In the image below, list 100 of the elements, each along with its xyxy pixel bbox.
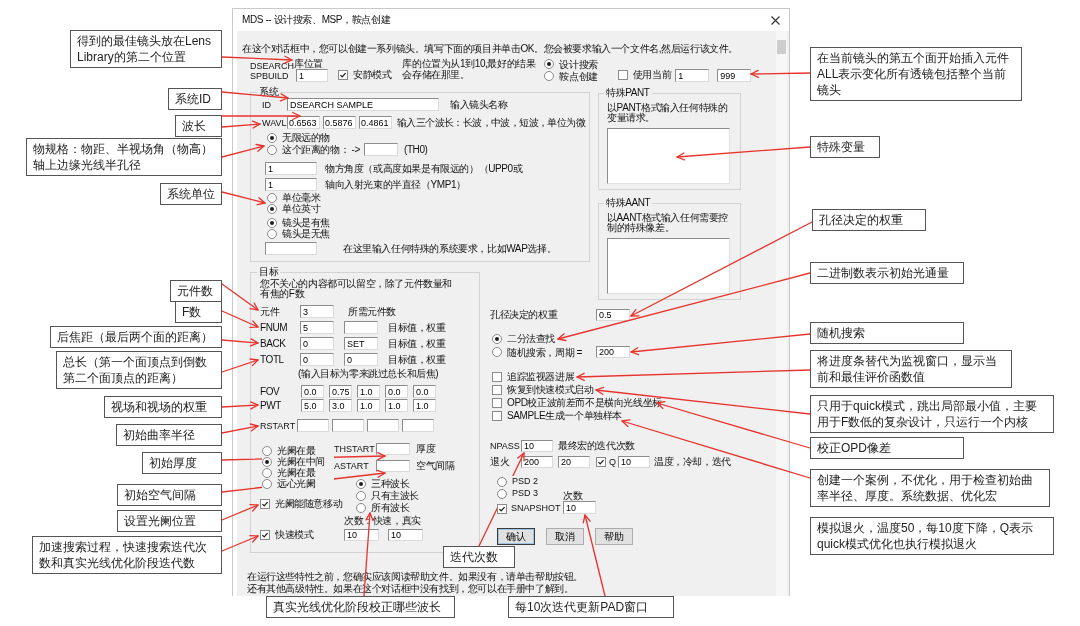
- radio-icon[interactable]: [267, 192, 277, 203]
- text-area[interactable]: [607, 238, 730, 294]
- radio-icon[interactable]: [267, 228, 277, 239]
- input-field[interactable]: 5.0: [301, 399, 324, 412]
- input-field[interactable]: [363, 143, 398, 156]
- input-field[interactable]: 0.5: [596, 309, 630, 321]
- radio-option[interactable]: 三种波长: [356, 478, 410, 489]
- radio-icon[interactable]: [262, 478, 272, 489]
- checkbox-icon[interactable]: [492, 397, 502, 408]
- checkbox-option[interactable]: 追踪监视器进展: [492, 371, 575, 382]
- input-field[interactable]: [332, 419, 364, 432]
- radio-icon[interactable]: [492, 333, 502, 344]
- input-field[interactable]: 0.0: [413, 385, 436, 398]
- scrollbar[interactable]: [776, 31, 787, 596]
- input-field[interactable]: 0.0: [385, 385, 408, 398]
- checkbox-icon[interactable]: [492, 371, 502, 382]
- input-field[interactable]: 0: [344, 353, 378, 366]
- input-field[interactable]: 1.0: [357, 399, 380, 412]
- confirm-button[interactable]: 确认: [497, 528, 535, 545]
- input-field[interactable]: 10: [618, 456, 650, 468]
- input-field[interactable]: 0: [300, 337, 334, 350]
- radio-option[interactable]: 设计搜索: [544, 58, 598, 70]
- input-field[interactable]: 1: [296, 69, 328, 82]
- checkbox-icon[interactable]: [260, 498, 270, 509]
- input-field[interactable]: 1.0: [357, 385, 380, 398]
- input-field[interactable]: 3.0: [329, 399, 352, 412]
- input-field[interactable]: 20: [558, 456, 590, 468]
- input-field[interactable]: 1.0: [385, 399, 408, 412]
- radio-icon[interactable]: [497, 488, 507, 499]
- radio-icon[interactable]: [544, 59, 555, 69]
- input-field[interactable]: 1: [675, 69, 710, 82]
- input-field[interactable]: 0.4861: [359, 116, 392, 129]
- input-field[interactable]: DSEARCH SAMPLE: [287, 98, 439, 111]
- radio-option[interactable]: 随机搜索，周期 =: [492, 346, 596, 358]
- checkbox-icon[interactable]: [260, 529, 270, 540]
- checkbox-icon[interactable]: [617, 69, 628, 80]
- input-field[interactable]: 10: [388, 529, 423, 541]
- radio-option[interactable]: 所有波长: [356, 502, 410, 513]
- radio-icon[interactable]: [262, 445, 272, 456]
- radio-icon[interactable]: [497, 476, 507, 487]
- checkbox-option[interactable]: 快速模式: [260, 529, 344, 540]
- checkbox-option[interactable]: 使用当前: [617, 69, 672, 80]
- input-field[interactable]: 0.6563: [287, 116, 320, 129]
- input-field[interactable]: 10: [563, 501, 596, 514]
- checkbox-option[interactable]: 恢复到快速模式启动: [492, 384, 594, 395]
- input-field[interactable]: [376, 443, 410, 455]
- radio-option[interactable]: 光阑在中间: [262, 456, 325, 467]
- radio-option[interactable]: 远心光阑: [262, 478, 316, 489]
- input-field[interactable]: 0.0: [301, 385, 324, 398]
- radio-option[interactable]: 光阑在最: [262, 467, 316, 478]
- input-field[interactable]: 1: [265, 162, 317, 175]
- input-field[interactable]: SET: [344, 337, 378, 350]
- radio-icon[interactable]: [356, 502, 366, 513]
- input-field[interactable]: 200: [596, 346, 630, 358]
- input-field[interactable]: [265, 242, 317, 255]
- input-field[interactable]: 10: [521, 440, 553, 452]
- radio-option[interactable]: 只有主波长: [356, 490, 419, 501]
- radio-icon[interactable]: [356, 478, 366, 489]
- input-field[interactable]: 0: [300, 353, 334, 366]
- checkbox-option[interactable]: 安静模式: [338, 69, 392, 80]
- checkbox-option[interactable]: SNAPSHOT: [497, 503, 561, 514]
- cancel-button[interactable]: 取消: [546, 528, 584, 545]
- help-button[interactable]: 帮助: [595, 528, 633, 545]
- radio-option[interactable]: 单位英寸: [267, 203, 321, 214]
- checkbox-option[interactable]: SAMPLE生成一个单独样本: [492, 410, 622, 421]
- radio-icon[interactable]: [267, 203, 277, 214]
- radio-option[interactable]: 二分法查找: [492, 333, 555, 344]
- checkbox-icon[interactable]: [338, 69, 348, 80]
- checkbox-icon[interactable]: [492, 384, 502, 395]
- radio-option[interactable]: 单位毫米: [267, 192, 321, 203]
- input-field[interactable]: 1: [265, 178, 317, 191]
- input-field[interactable]: [344, 321, 378, 334]
- radio-option[interactable]: PSD 2: [497, 476, 538, 487]
- radio-icon[interactable]: [267, 144, 277, 155]
- checkbox-option[interactable]: Q: [596, 456, 616, 468]
- input-field[interactable]: 0.5876: [323, 116, 356, 129]
- input-field[interactable]: 0.75: [329, 385, 352, 398]
- input-field[interactable]: 999: [717, 69, 752, 82]
- radio-option[interactable]: PSD 3: [497, 488, 538, 499]
- close-icon[interactable]: [771, 15, 780, 25]
- radio-option[interactable]: 镜头是无焦: [267, 228, 330, 239]
- radio-icon[interactable]: [492, 347, 502, 357]
- checkbox-icon[interactable]: [492, 410, 502, 421]
- input-field[interactable]: [297, 419, 329, 432]
- scrollbar-thumb[interactable]: [777, 40, 786, 54]
- input-field[interactable]: 3: [300, 305, 334, 318]
- input-field[interactable]: 1.0: [413, 399, 436, 412]
- text-area[interactable]: [607, 128, 730, 184]
- input-field[interactable]: 200: [521, 456, 553, 468]
- checkbox-option[interactable]: 光阑能随意移动: [260, 498, 343, 509]
- radio-option[interactable]: 光阑在最: [262, 445, 316, 456]
- input-field[interactable]: [367, 419, 399, 432]
- input-field[interactable]: [402, 419, 434, 432]
- radio-icon[interactable]: [267, 217, 277, 228]
- radio-option[interactable]: 镜头是有焦: [267, 217, 330, 228]
- checkbox-icon[interactable]: [497, 503, 507, 514]
- radio-icon[interactable]: [267, 132, 277, 143]
- radio-option[interactable]: 无限远的物: [267, 132, 330, 143]
- radio-icon[interactable]: [262, 456, 272, 467]
- radio-icon[interactable]: [356, 490, 366, 501]
